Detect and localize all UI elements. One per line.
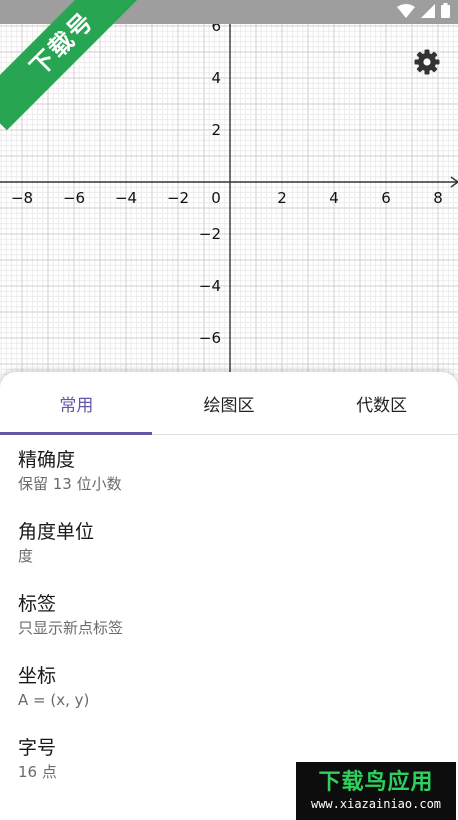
setting-angle-unit[interactable]: 角度单位 度 [18, 507, 440, 579]
tab-bar: 常用 绘图区 代数区 [0, 372, 458, 435]
x-tick-label: 6 [381, 189, 391, 207]
y-tick-label: −6 [199, 329, 221, 347]
battery-icon [441, 3, 450, 22]
y-tick-label: −2 [199, 225, 221, 243]
setting-value: 保留 13 位小数 [18, 475, 122, 493]
x-tick-label: 0 [211, 189, 221, 207]
settings-sheet: 常用 绘图区 代数区 精确度 保留 13 位小数 角度单位 度 标签 只显示新点… [0, 372, 458, 820]
gear-icon[interactable] [410, 45, 444, 79]
x-tick-label: −8 [11, 189, 33, 207]
setting-labeling[interactable]: 标签 只显示新点标签 [18, 579, 440, 651]
setting-title: 角度单位 [18, 521, 95, 543]
x-tick-label: 4 [329, 189, 339, 207]
tab-indicator [0, 432, 152, 435]
setting-value: 度 [18, 547, 34, 565]
watermark-logo: 下载鸟应用 www.xiazainiao.com [296, 762, 456, 820]
x-tick-label: −6 [63, 189, 85, 207]
x-tick-label: 2 [277, 189, 287, 207]
watermark-logo-url: www.xiazainiao.com [310, 797, 442, 811]
setting-value: 只显示新点标签 [18, 619, 124, 637]
y-tick-label: 4 [211, 69, 221, 87]
x-tick-label: −2 [167, 189, 189, 207]
tab-algebra[interactable]: 代数区 [305, 372, 458, 434]
tab-general[interactable]: 常用 [0, 372, 153, 434]
wifi-icon [397, 3, 415, 22]
settings-list: 精确度 保留 13 位小数 角度单位 度 标签 只显示新点标签 坐标 A = (… [0, 435, 458, 795]
setting-title: 坐标 [18, 665, 57, 687]
y-tick-label: 2 [211, 121, 221, 139]
y-tick-label: −4 [199, 277, 221, 295]
setting-value: A = (x, y) [18, 691, 90, 709]
setting-title: 字号 [18, 737, 57, 759]
x-tick-label: 8 [433, 189, 443, 207]
setting-rounding[interactable]: 精确度 保留 13 位小数 [18, 435, 440, 507]
tab-graphics[interactable]: 绘图区 [153, 372, 306, 434]
setting-title: 精确度 [18, 449, 76, 471]
watermark-logo-text: 下载鸟应用 [318, 770, 434, 795]
setting-title: 标签 [18, 593, 57, 615]
setting-coordinates[interactable]: 坐标 A = (x, y) [18, 651, 440, 723]
x-tick-label: −4 [115, 189, 137, 207]
signal-icon [421, 3, 435, 22]
